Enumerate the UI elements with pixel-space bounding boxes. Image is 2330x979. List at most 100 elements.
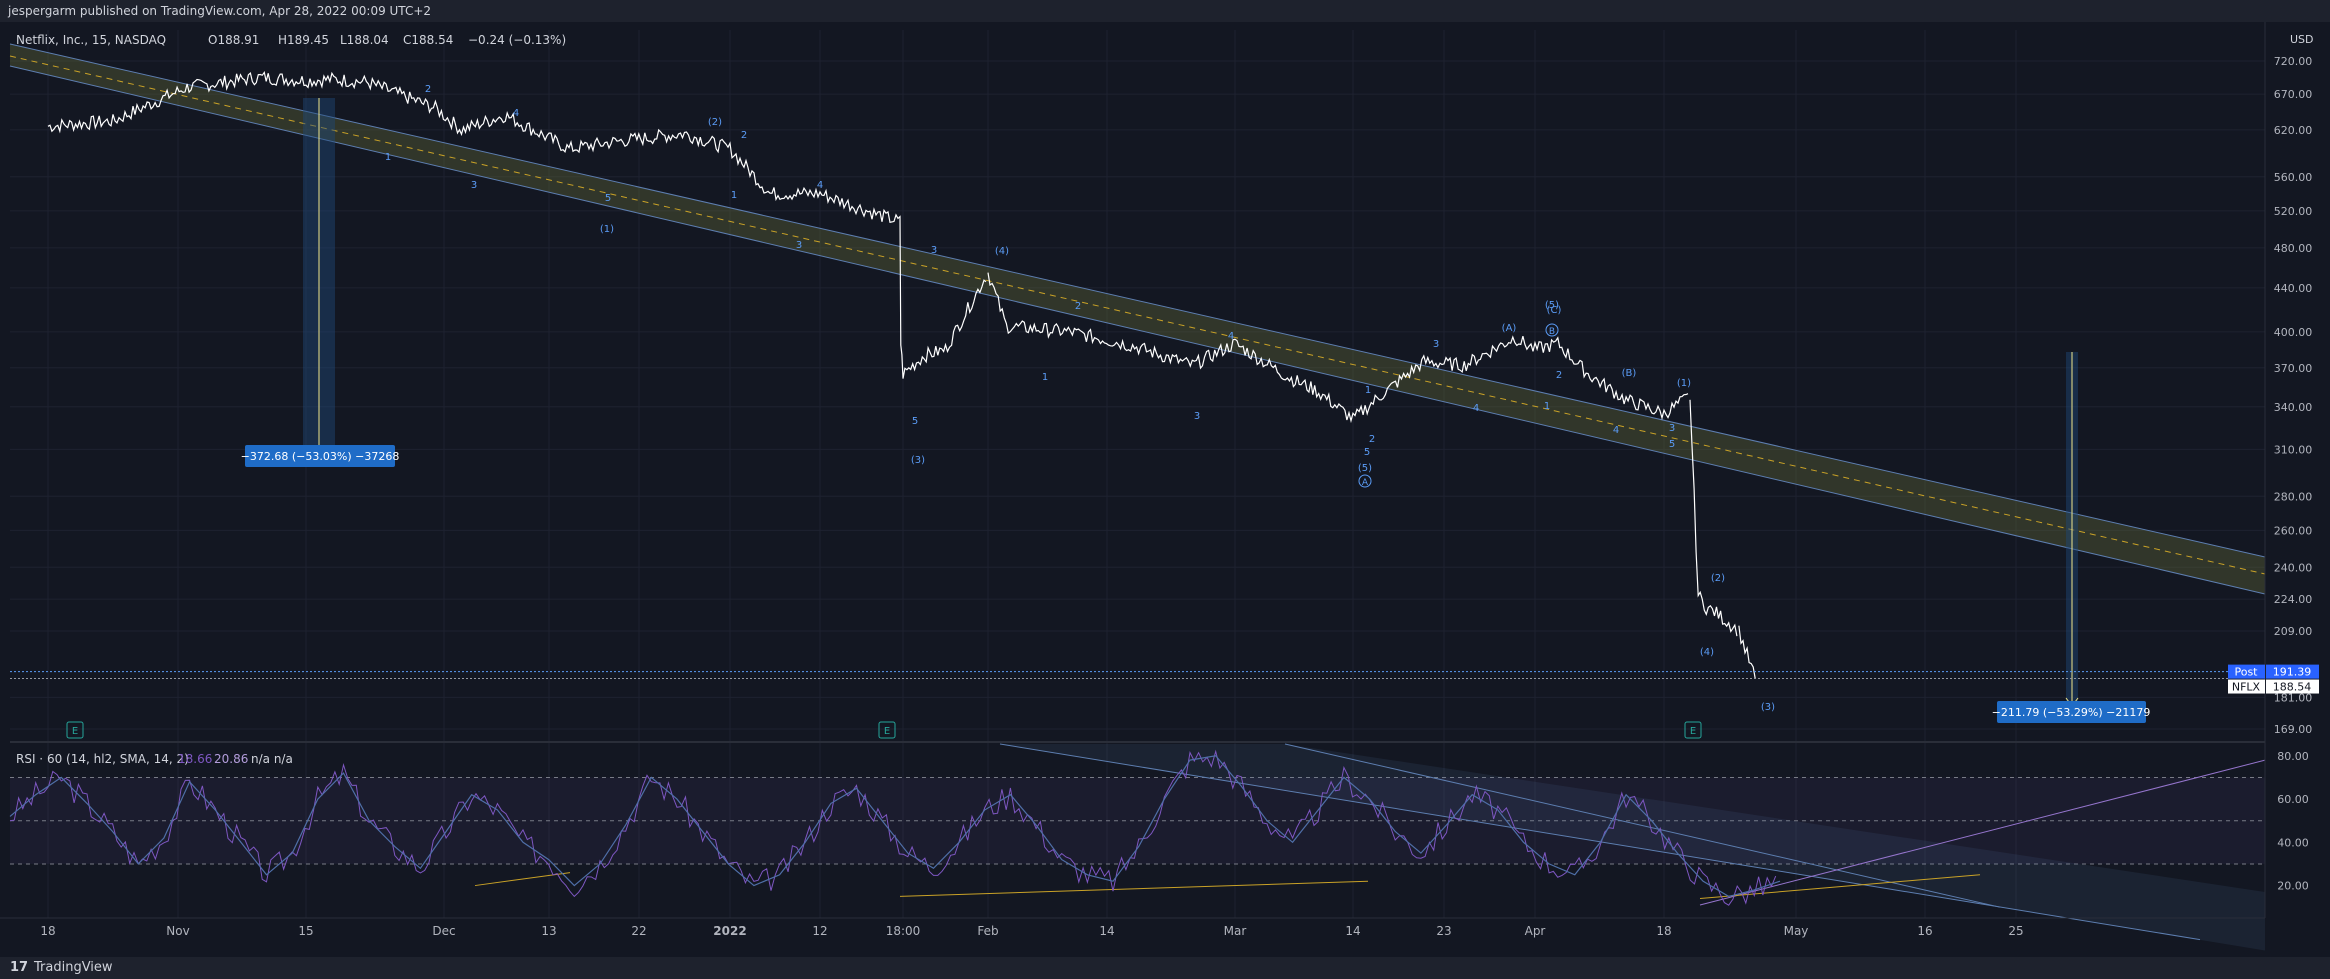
time-tick: 13 [541, 924, 556, 938]
wave-label: 2 [1369, 434, 1375, 445]
wave-label: 3 [471, 180, 477, 191]
time-tick: 18 [1656, 924, 1671, 938]
time-tick: 14 [1099, 924, 1114, 938]
wave-label: 3 [1669, 423, 1675, 434]
symbol-legend[interactable]: Netflix, Inc., 15, NASDAQ [16, 33, 166, 47]
wave-label: 5 [912, 416, 918, 427]
wave-label: 2 [741, 130, 747, 141]
time-tick: Dec [432, 924, 455, 938]
wave-label: B [1549, 327, 1555, 337]
wave-label: 2 [1075, 301, 1081, 312]
rsi-tick: 80.00 [2277, 750, 2309, 763]
wave-label: (1) [1677, 378, 1691, 389]
time-tick: May [1784, 924, 1809, 938]
price-name: NFLX [2232, 681, 2261, 694]
rsi-value: 18.66 [178, 752, 212, 766]
wave-label: (5) [1358, 463, 1372, 474]
wave-label: (A) [1502, 323, 1517, 334]
price-value: 188.54 [2273, 681, 2312, 694]
legend-close: C188.54 [403, 33, 453, 47]
time-tick: 18:00 [886, 924, 921, 938]
wave-label: 4 [817, 180, 823, 191]
publish-header: jespergarm published on TradingView.com,… [0, 0, 2330, 22]
wave-label: (1) [600, 224, 614, 235]
rsi-sma-value: 20.86 [214, 752, 248, 766]
measure-label-2: −211.79 (−53.29%) −21179 [1992, 706, 2151, 719]
wave-label: 5 [605, 193, 611, 204]
rsi-tick: 20.00 [2277, 880, 2309, 893]
wave-label: 3 [931, 245, 937, 256]
channel-fill [10, 44, 2265, 594]
time-tick: Apr [1525, 924, 1546, 938]
wave-label: 1 [1042, 372, 1048, 383]
price-name: Post [2234, 666, 2258, 679]
earnings-letter: E [1690, 726, 1696, 737]
price-tick: 370.00 [2274, 362, 2313, 375]
price-tick: 520.00 [2274, 205, 2313, 218]
price-tick: 209.00 [2274, 625, 2313, 638]
wave-label: 4 [1473, 403, 1479, 414]
price-tick: 440.00 [2274, 282, 2313, 295]
wave-label: (B) [1622, 368, 1637, 379]
time-tick: Feb [977, 924, 998, 938]
wave-label: 2 [1556, 370, 1562, 381]
wave-label: 2 [425, 84, 431, 95]
time-tick: 16 [1917, 924, 1932, 938]
wave-label: (4) [995, 246, 1009, 257]
time-tick: Mar [1224, 924, 1247, 938]
wave-label: 4 [513, 108, 519, 119]
rsi-legend[interactable]: RSI · 60 (14, hl2, SMA, 14, 2) [16, 752, 189, 766]
measure-label-1: −372.68 (−53.03%) −37268 [241, 450, 400, 463]
wave-label: 1 [1365, 385, 1371, 396]
wave-label: 1 [731, 190, 737, 201]
rsi-divergence-line [899, 880, 1369, 897]
price-tick: 620.00 [2274, 124, 2313, 137]
price-tick: 240.00 [2274, 561, 2313, 574]
time-tick: 15 [298, 924, 313, 938]
price-chart[interactable]: −372.68 (−53.03%) −37268 −211.79 (−53.29%… [0, 22, 2330, 957]
price-tick: 560.00 [2274, 171, 2313, 184]
regression-channel [9, 43, 2266, 595]
wave-label: 3 [796, 240, 802, 251]
time-tick: Nov [166, 924, 189, 938]
price-tick: 310.00 [2274, 443, 2313, 456]
price-value: 191.39 [2273, 666, 2312, 679]
wave-label: (3) [1761, 702, 1775, 713]
time-tick: 23 [1436, 924, 1451, 938]
wave-label: (5) [1545, 300, 1559, 311]
wave-label: 5 [1669, 439, 1675, 450]
wave-label: (3) [911, 455, 925, 466]
wave-label: A [1362, 478, 1369, 488]
tradingview-logo-icon[interactable]: 17 [10, 957, 28, 979]
price-tick: 480.00 [2274, 242, 2313, 255]
time-tick: 22 [631, 924, 646, 938]
rsi-tick: 40.00 [2277, 836, 2309, 849]
price-tick: 280.00 [2274, 490, 2313, 503]
legend-high: H189.45 [278, 33, 329, 47]
price-tick: 720.00 [2274, 55, 2313, 68]
wave-label: 4 [1228, 331, 1234, 342]
tradingview-brand[interactable]: TradingView [34, 957, 113, 979]
price-axis[interactable]: 720.00 670.00 620.00 560.00 520.00 480.00 440.… [2264, 22, 2313, 918]
earnings-letter: E [72, 726, 78, 737]
footer: 17 TradingView [0, 957, 2330, 979]
time-tick: 2022 [713, 924, 746, 938]
price-tick: 169.00 [2274, 723, 2313, 736]
earnings-markers: EEE [66, 721, 1702, 739]
wave-label: (2) [708, 117, 722, 128]
price-tick: 400.00 [2274, 326, 2313, 339]
time-tick: 25 [2008, 924, 2023, 938]
channel-upper-line [9, 43, 2266, 558]
price-tick: 260.00 [2274, 524, 2313, 537]
rsi-tick: 60.00 [2277, 793, 2309, 806]
legend-low: L188.04 [340, 33, 389, 47]
wave-label: 5 [1364, 447, 1370, 458]
price-tags: Post 191.39 NFLX 188.54 [10, 664, 2319, 694]
legend-open: O188.91 [208, 33, 259, 47]
wave-label: 1 [385, 152, 391, 163]
time-tick: 14 [1345, 924, 1360, 938]
rsi-na: n/a n/a [251, 752, 293, 766]
time-axis[interactable]: 18 Nov 15 Dec 13 22 2022 12 18:00 Feb 14 Mar 14 23 Apr… [0, 917, 2265, 938]
wave-label: 3 [1194, 411, 1200, 422]
currency-label[interactable]: USD [2290, 33, 2314, 46]
